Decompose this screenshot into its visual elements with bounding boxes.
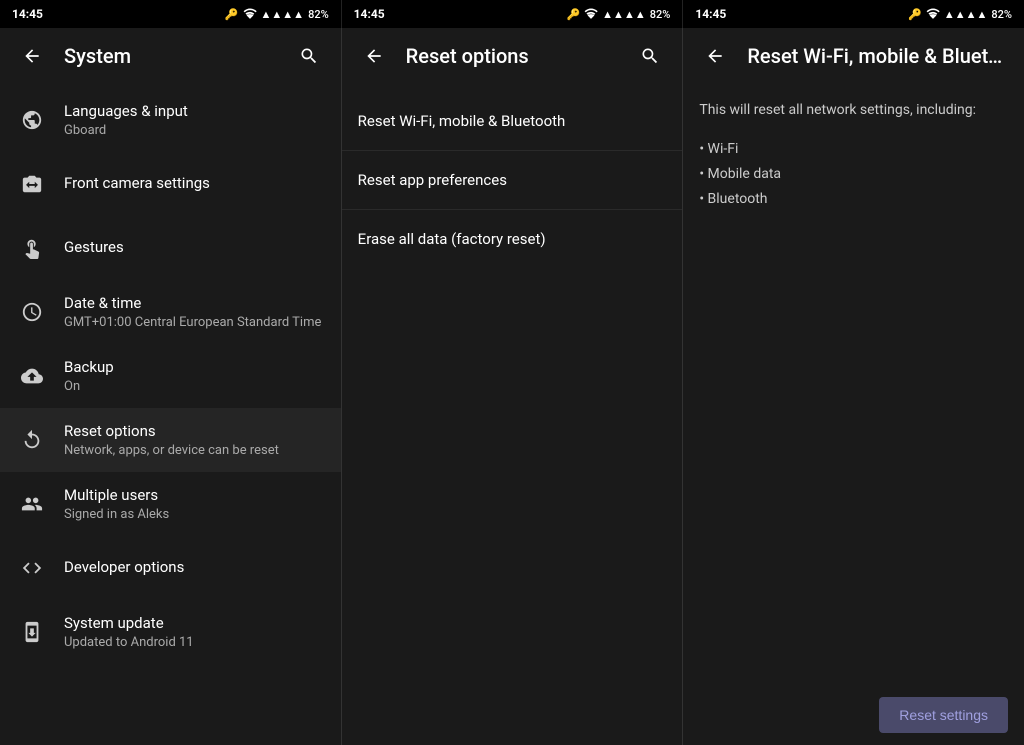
signal-icon-3: ▲▲▲▲ (944, 8, 988, 21)
gesture-icon (16, 232, 48, 264)
reset-subtitle: Network, apps, or device can be reset (64, 443, 325, 458)
system-update-subtitle: Updated to Android 11 (64, 635, 325, 650)
languages-subtitle: Gboard (64, 123, 325, 138)
reset-options-back-button[interactable] (358, 40, 390, 72)
camera-text: Front camera settings (64, 174, 325, 194)
system-panel: System Languages & input Gboard (0, 28, 342, 745)
settings-item-users[interactable]: Multiple users Signed in as Aleks (0, 472, 341, 536)
status-icons-3: 🔑 ▲▲▲▲ 82% (908, 6, 1012, 23)
camera-front-icon (16, 168, 48, 200)
system-update-text: System update Updated to Android 11 (64, 614, 325, 651)
settings-item-developer[interactable]: Developer options (0, 536, 341, 600)
reset-wifi-title: Reset Wi-Fi, mobile & Blueto... (747, 44, 1008, 68)
battery-1: 82% (308, 8, 329, 21)
reset-wifi-actions: Reset settings (683, 685, 1024, 745)
developer-title: Developer options (64, 558, 325, 578)
settings-item-system-update[interactable]: System update Updated to Android 11 (0, 600, 341, 664)
reset-wifi-back-button[interactable] (699, 40, 731, 72)
status-time-3: 14:45 (695, 7, 726, 21)
status-time-1: 14:45 (12, 7, 43, 21)
datetime-title: Date & time (64, 294, 325, 314)
lock-icon-1: 🔑 (225, 8, 239, 21)
status-segment-1: 14:45 🔑 ▲▲▲▲ 82% (0, 0, 342, 28)
system-back-button[interactable] (16, 40, 48, 72)
reset-icon (16, 424, 48, 456)
reset-wifi-list-item-2: • Bluetooth (699, 187, 1008, 212)
gestures-title: Gestures (64, 238, 325, 258)
status-bar: 14:45 🔑 ▲▲▲▲ 82% 14:45 🔑 ▲▲▲▲ 82% 14:45 … (0, 0, 1024, 28)
status-segment-3: 14:45 🔑 ▲▲▲▲ 82% (683, 0, 1024, 28)
camera-title: Front camera settings (64, 174, 325, 194)
reset-options-list: Reset Wi-Fi, mobile & Bluetooth Reset ap… (342, 84, 683, 745)
lock-icon-2: 🔑 (566, 8, 580, 21)
developer-icon (16, 552, 48, 584)
status-icons-1: 🔑 ▲▲▲▲ 82% (225, 6, 329, 23)
reset-settings-button[interactable]: Reset settings (879, 697, 1008, 733)
wifi-icon-1 (243, 6, 257, 23)
reset-wifi-panel: Reset Wi-Fi, mobile & Blueto... This wil… (683, 28, 1024, 745)
system-search-button[interactable] (293, 40, 325, 72)
gestures-text: Gestures (64, 238, 325, 258)
settings-item-reset[interactable]: Reset options Network, apps, or device c… (0, 408, 341, 472)
signal-icon-2: ▲▲▲▲ (602, 8, 646, 21)
status-icons-2: 🔑 ▲▲▲▲ 82% (566, 6, 670, 23)
reset-wifi-header: Reset Wi-Fi, mobile & Blueto... (683, 28, 1024, 84)
people-icon (16, 488, 48, 520)
datetime-text: Date & time GMT+01:00 Central European S… (64, 294, 325, 331)
clock-icon (16, 296, 48, 328)
backup-text: Backup On (64, 358, 325, 395)
settings-item-camera[interactable]: Front camera settings (0, 152, 341, 216)
status-segment-2: 14:45 🔑 ▲▲▲▲ 82% (342, 0, 684, 28)
settings-item-gestures[interactable]: Gestures (0, 216, 341, 280)
system-panel-header: System (0, 28, 341, 84)
lock-icon-3: 🔑 (908, 8, 922, 21)
settings-item-languages[interactable]: Languages & input Gboard (0, 88, 341, 152)
reset-options-panel: Reset options Reset Wi-Fi, mobile & Blue… (342, 28, 684, 745)
cloud-upload-icon (16, 360, 48, 392)
reset-app-item[interactable]: Reset app preferences (342, 151, 683, 210)
wifi-icon-2 (584, 6, 598, 23)
reset-wifi-item[interactable]: Reset Wi-Fi, mobile & Bluetooth (342, 92, 683, 151)
battery-3: 82% (991, 8, 1012, 21)
system-settings-list: Languages & input Gboard Front camera se… (0, 84, 341, 745)
reset-wifi-list-item-1: • Mobile data (699, 162, 1008, 187)
system-update-icon (16, 616, 48, 648)
users-text: Multiple users Signed in as Aleks (64, 486, 325, 523)
reset-wifi-list: • Wi-Fi • Mobile data • Bluetooth (699, 137, 1008, 213)
battery-2: 82% (650, 8, 671, 21)
languages-text: Languages & input Gboard (64, 102, 325, 139)
users-subtitle: Signed in as Aleks (64, 507, 325, 522)
reset-options-search-button[interactable] (634, 40, 666, 72)
languages-title: Languages & input (64, 102, 325, 122)
settings-item-backup[interactable]: Backup On (0, 344, 341, 408)
signal-icon-1: ▲▲▲▲ (261, 8, 305, 21)
system-update-title: System update (64, 614, 325, 634)
reset-wifi-list-item-0: • Wi-Fi (699, 137, 1008, 162)
globe-icon (16, 104, 48, 136)
reset-wifi-content: This will reset all network settings, in… (683, 84, 1024, 685)
datetime-subtitle: GMT+01:00 Central European Standard Time (64, 315, 325, 330)
wifi-icon-3 (926, 6, 940, 23)
system-panel-title: System (64, 44, 277, 68)
status-time-2: 14:45 (354, 7, 385, 21)
users-title: Multiple users (64, 486, 325, 506)
main-content: System Languages & input Gboard (0, 28, 1024, 745)
reset-text: Reset options Network, apps, or device c… (64, 422, 325, 459)
backup-title: Backup (64, 358, 325, 378)
developer-text: Developer options (64, 558, 325, 578)
settings-item-datetime[interactable]: Date & time GMT+01:00 Central European S… (0, 280, 341, 344)
reset-title: Reset options (64, 422, 325, 442)
erase-data-item[interactable]: Erase all data (factory reset) (342, 210, 683, 268)
reset-options-header: Reset options (342, 28, 683, 84)
backup-subtitle: On (64, 379, 325, 394)
reset-options-title: Reset options (406, 44, 619, 68)
reset-wifi-description: This will reset all network settings, in… (699, 100, 1008, 121)
